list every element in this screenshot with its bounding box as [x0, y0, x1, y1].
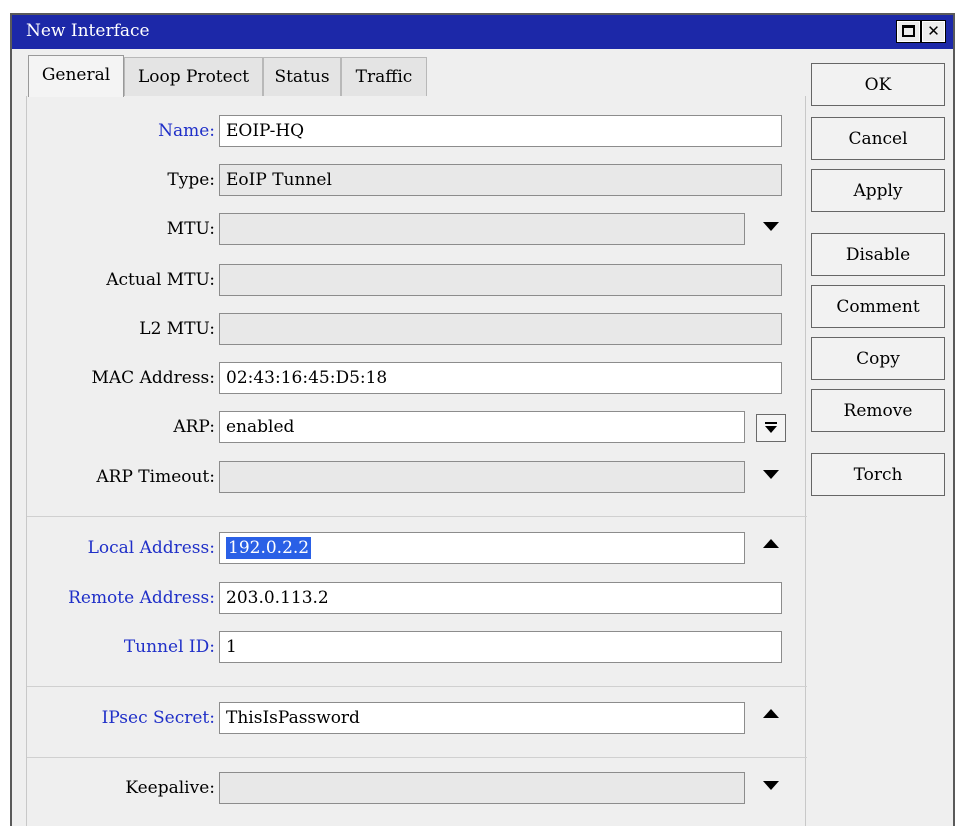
- row-actual-mtu: Actual MTU:: [27, 264, 807, 298]
- row-remote-address: Remote Address: 203.0.113.2: [27, 582, 807, 616]
- remote-address-label: Remote Address:: [68, 588, 215, 608]
- keepalive-expand-arrow-icon[interactable]: [763, 781, 779, 790]
- row-l2-mtu: L2 MTU:: [27, 313, 807, 347]
- mtu-label: MTU:: [166, 219, 215, 239]
- mtu-expand-arrow-icon[interactable]: [763, 222, 779, 231]
- torch-button[interactable]: Torch: [811, 453, 945, 496]
- tab-general[interactable]: General: [28, 55, 124, 97]
- mac-address-label: MAC Address:: [91, 368, 216, 388]
- mtu-input[interactable]: [219, 213, 745, 245]
- separator: [27, 516, 807, 517]
- row-mac-address: MAC Address: 02:43:16:45:D5:18: [27, 362, 807, 396]
- window-title: New Interface: [26, 21, 150, 41]
- disable-button[interactable]: Disable: [811, 233, 945, 276]
- cancel-button[interactable]: Cancel: [811, 117, 945, 160]
- row-local-address: Local Address: 192.0.2.2: [27, 532, 807, 566]
- local-address-input[interactable]: 192.0.2.2: [219, 532, 745, 564]
- ipsec-secret-input[interactable]: ThisIsPassword: [219, 702, 745, 734]
- type-field: EoIP Tunnel: [219, 164, 782, 196]
- close-icon[interactable]: ✕: [921, 20, 946, 43]
- local-address-value: 192.0.2.2: [226, 537, 312, 559]
- row-name: Name: EOIP-HQ: [27, 115, 807, 149]
- general-panel: Name: EOIP-HQ Type: EoIP Tunnel MTU: Act…: [26, 96, 807, 826]
- l2-mtu-field: [219, 313, 782, 345]
- separator: [27, 686, 807, 687]
- tunnel-id-input[interactable]: 1: [219, 631, 782, 663]
- name-input[interactable]: EOIP-HQ: [219, 115, 782, 147]
- remote-address-input[interactable]: 203.0.113.2: [219, 582, 782, 614]
- arp-select[interactable]: enabled: [219, 411, 745, 443]
- chevron-down-icon: [765, 426, 777, 433]
- separator: [27, 757, 807, 758]
- arp-label: ARP:: [173, 417, 215, 437]
- maximize-icon[interactable]: [896, 20, 921, 43]
- row-arp-timeout: ARP Timeout:: [27, 461, 807, 495]
- row-ipsec-secret: IPsec Secret: ThisIsPassword: [27, 702, 807, 736]
- keepalive-input[interactable]: [219, 772, 745, 804]
- type-label: Type:: [167, 170, 215, 190]
- mac-address-input[interactable]: 02:43:16:45:D5:18: [219, 362, 782, 394]
- row-tunnel-id: Tunnel ID: 1: [27, 631, 807, 665]
- ok-button[interactable]: OK: [811, 63, 945, 106]
- local-address-collapse-arrow-icon[interactable]: [763, 539, 779, 548]
- copy-button[interactable]: Copy: [811, 337, 945, 380]
- row-type: Type: EoIP Tunnel: [27, 164, 807, 198]
- row-keepalive: Keepalive:: [27, 772, 807, 806]
- row-mtu: MTU:: [27, 213, 807, 247]
- keepalive-label: Keepalive:: [125, 778, 215, 798]
- actual-mtu-label: Actual MTU:: [106, 270, 215, 290]
- actual-mtu-field: [219, 264, 782, 296]
- arp-timeout-input[interactable]: [219, 461, 745, 493]
- local-address-label: Local Address:: [87, 538, 215, 558]
- tunnel-id-label: Tunnel ID:: [123, 637, 215, 657]
- l2-mtu-label: L2 MTU:: [139, 319, 215, 339]
- new-interface-window: New Interface ✕ General Loop Protect Sta…: [10, 13, 955, 826]
- tab-loop-protect[interactable]: Loop Protect: [124, 57, 263, 97]
- arp-timeout-label: ARP Timeout:: [96, 467, 215, 487]
- row-arp: ARP: enabled: [27, 411, 807, 445]
- comment-button[interactable]: Comment: [811, 285, 945, 328]
- remove-button[interactable]: Remove: [811, 389, 945, 432]
- arp-timeout-expand-arrow-icon[interactable]: [763, 470, 779, 479]
- arp-dropdown-button[interactable]: [756, 414, 786, 442]
- ipsec-secret-label: IPsec Secret:: [101, 708, 215, 728]
- title-bar[interactable]: New Interface ✕: [12, 15, 953, 49]
- dropdown-bar-icon: [765, 422, 777, 424]
- apply-button[interactable]: Apply: [811, 169, 945, 212]
- tab-status[interactable]: Status: [263, 57, 341, 97]
- tab-traffic[interactable]: Traffic: [341, 57, 427, 97]
- name-label: Name:: [158, 121, 215, 141]
- ipsec-secret-collapse-arrow-icon[interactable]: [763, 709, 779, 718]
